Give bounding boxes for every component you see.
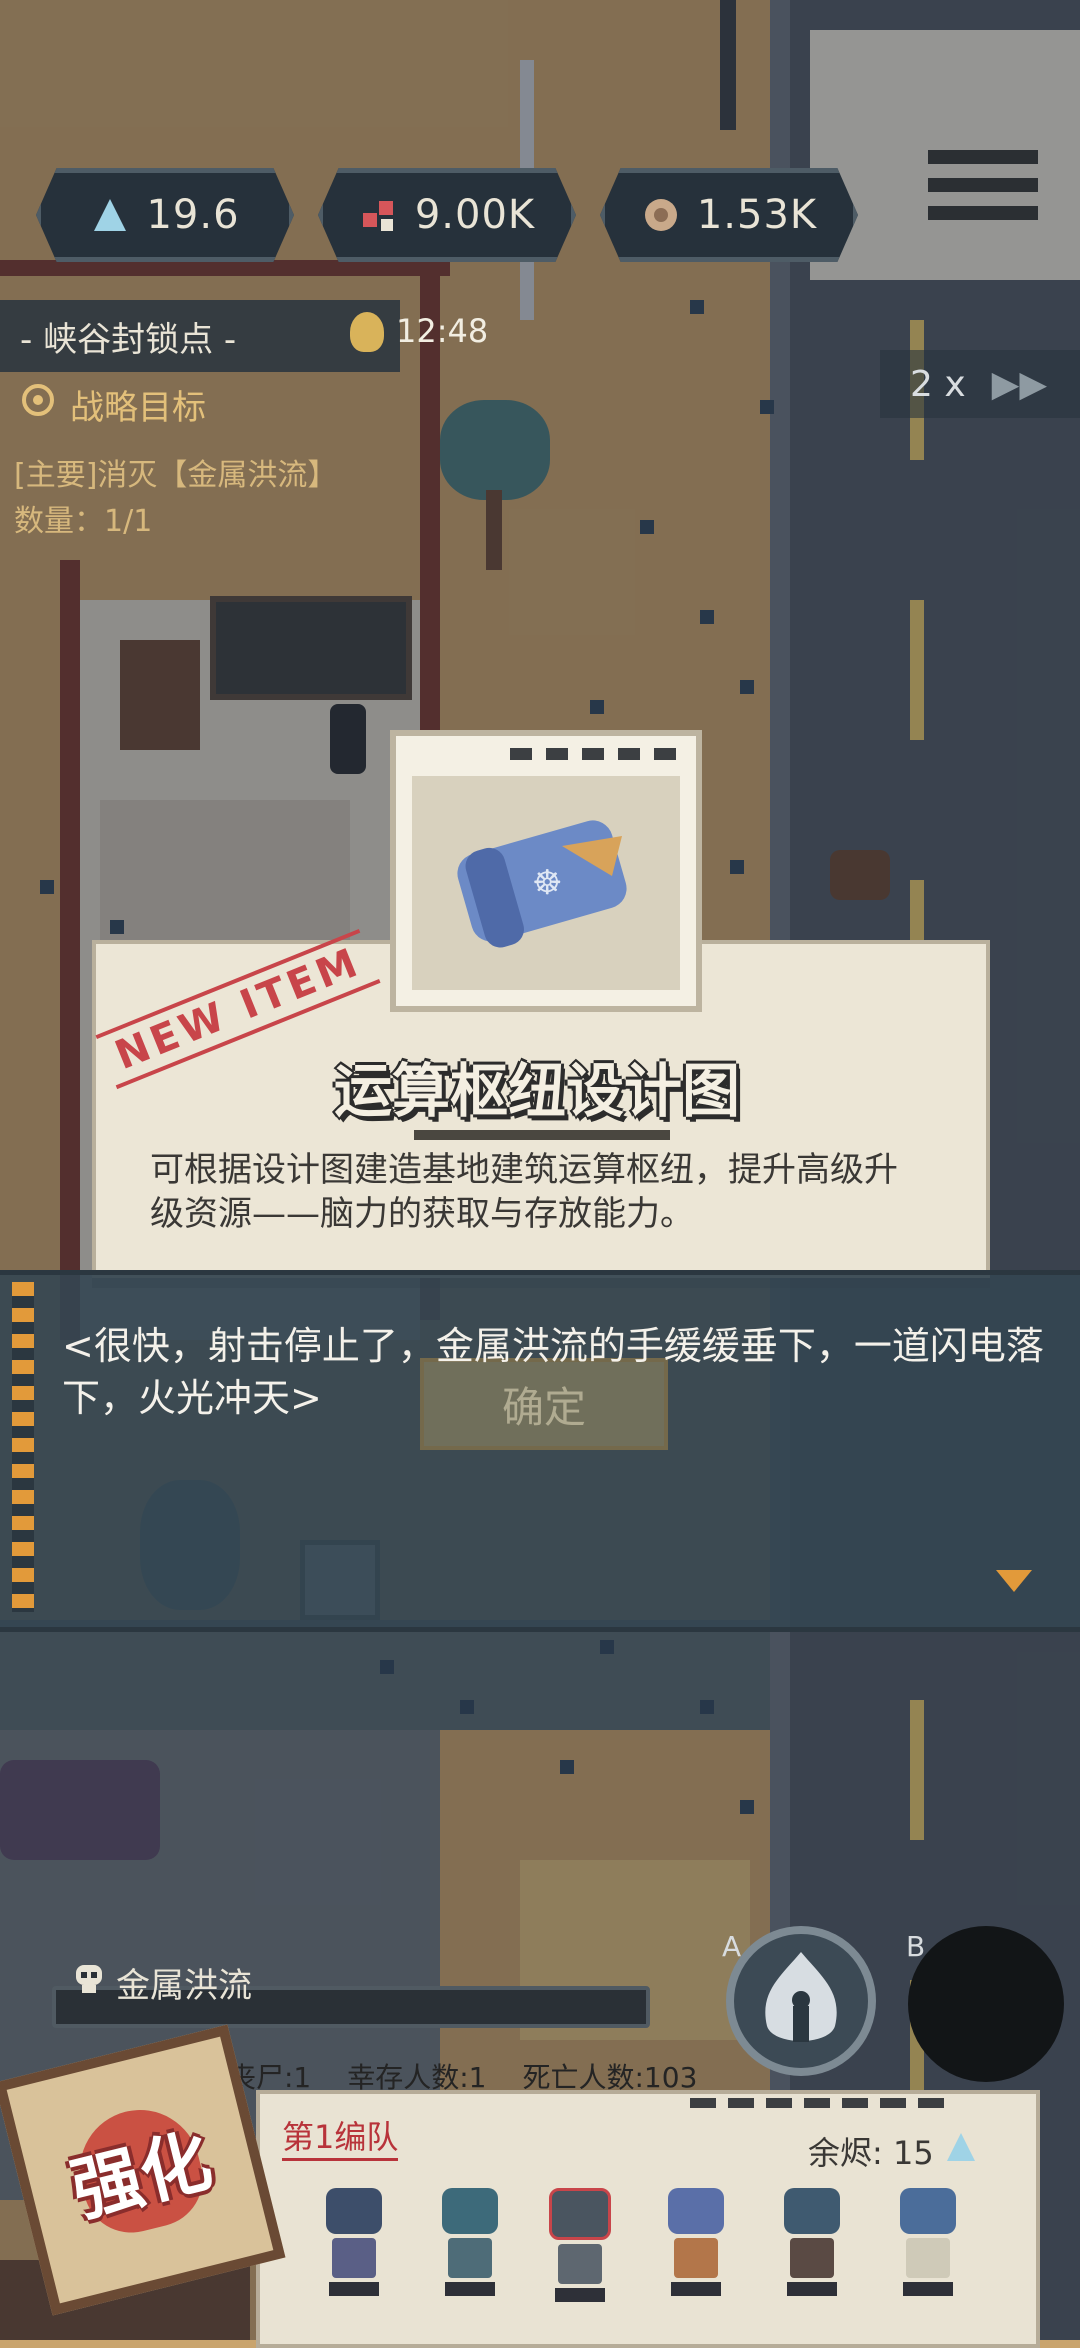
target-icon <box>20 382 56 427</box>
triangle-icon <box>944 2130 978 2172</box>
blueprint-icon: ☸ <box>457 820 627 948</box>
objective-count: 数量：1/1 <box>14 504 153 539</box>
objective-line: [主要]消灭【金属洪流】 <box>14 458 338 493</box>
fast-forward-icon: ▶▶ <box>991 363 1048 405</box>
resource-value: 1.53K <box>696 192 818 238</box>
speed-value: 2 x <box>910 363 966 405</box>
resource-chips: 9.00K <box>318 168 576 262</box>
next-arrow-icon[interactable] <box>996 1570 1032 1592</box>
boss-label: 金属洪流 <box>72 1958 252 2007</box>
dialog-stripe <box>12 1282 34 1612</box>
objective-heading: 战略目标 <box>20 380 206 429</box>
skill-a-button[interactable] <box>726 1926 876 2076</box>
spare-resource: 余烬: 15 <box>808 2128 978 2174</box>
ore-icon <box>641 195 681 235</box>
timer-icon <box>350 312 384 352</box>
triangle-icon <box>90 195 130 235</box>
squad-unit[interactable] <box>888 2188 968 2298</box>
svg-text:☸: ☸ <box>532 863 562 903</box>
item-description: 可根据设计图建造基地建筑运算枢纽，提升高级升级资源——脑力的获取与存放能力。 <box>150 1150 898 1234</box>
resource-ore: 1.53K <box>600 168 858 262</box>
resource-value: 19.6 <box>146 192 240 238</box>
squad-unit-selected[interactable] <box>540 2188 620 2302</box>
fire-soldier-icon <box>765 1952 837 2042</box>
upgrade-label: 强化 <box>63 2118 220 2233</box>
squad-unit[interactable] <box>656 2188 736 2298</box>
location-title: - 峡谷封锁点 - <box>0 300 400 372</box>
skill-b-button[interactable] <box>908 1926 1064 2082</box>
title-underline <box>414 1130 670 1140</box>
chips-icon <box>359 195 399 235</box>
squad-name[interactable]: 第1编队 <box>282 2112 399 2161</box>
squad-unit[interactable] <box>314 2188 394 2298</box>
skull-icon <box>72 1961 106 2004</box>
squad-unit[interactable] <box>772 2188 852 2298</box>
menu-button[interactable] <box>928 150 1038 240</box>
resource-value: 9.00K <box>414 192 536 238</box>
speed-toggle[interactable]: 2 x ▶▶ <box>880 350 1080 418</box>
item-image-frame: ☸ <box>390 730 702 1012</box>
dialog-text: <很快，射击停止了，金属洪流的手缓缓垂下，一道闪电落下，火光冲天> <box>62 1324 1044 1420</box>
item-name: 运算枢纽设计图 <box>333 1057 740 1125</box>
resource-triangle: 19.6 <box>36 168 294 262</box>
squad-unit[interactable] <box>430 2188 510 2298</box>
mission-timer: 12:48 <box>396 312 489 350</box>
